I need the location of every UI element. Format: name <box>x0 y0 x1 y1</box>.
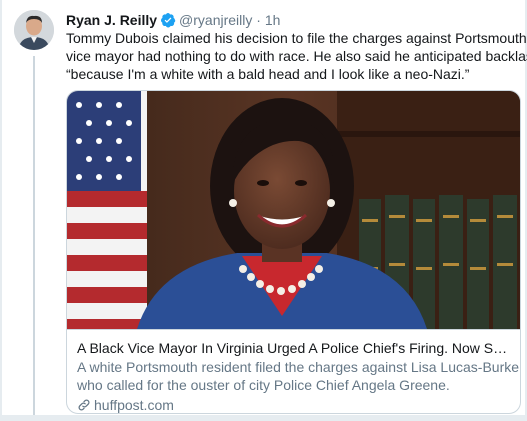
card-description-line: who called for the ouster of city Police… <box>77 377 450 393</box>
link-icon <box>77 398 91 413</box>
tweet-text: Tommy Dubois claimed his decision to fil… <box>66 29 527 83</box>
link-preview-card[interactable]: A Black Vice Mayor In Virginia Urged A P… <box>66 90 521 414</box>
tweet-text-line: Tommy Dubois claimed his decision to fil… <box>66 30 527 46</box>
separator-dot: · <box>256 12 261 28</box>
card-title[interactable]: A Black Vice Mayor In Virginia Urged A P… <box>77 339 510 357</box>
tweet-text-line: “because I'm a white with a bald head an… <box>66 66 470 82</box>
card-description-line: A white Portsmouth resident filed the ch… <box>77 359 521 375</box>
card-text-area: A Black Vice Mayor In Virginia Urged A P… <box>67 329 520 413</box>
card-domain-text: huffpost.com <box>94 397 174 413</box>
timeline-divider <box>0 415 527 421</box>
card-photo <box>67 91 520 329</box>
author-name[interactable]: Ryan J. Reilly <box>66 12 157 28</box>
timeline-border-left <box>0 0 2 421</box>
tweet-text-line: vice mayor had nothing to do with race. … <box>66 48 527 64</box>
author-handle[interactable]: @ryanjreilly <box>179 12 252 28</box>
author-avatar[interactable] <box>14 10 54 50</box>
card-description: A white Portsmouth resident filed the ch… <box>77 358 521 394</box>
card-domain[interactable]: huffpost.com <box>77 396 510 413</box>
thread-line <box>33 56 35 416</box>
tweet-timestamp[interactable]: 1h <box>265 12 281 28</box>
